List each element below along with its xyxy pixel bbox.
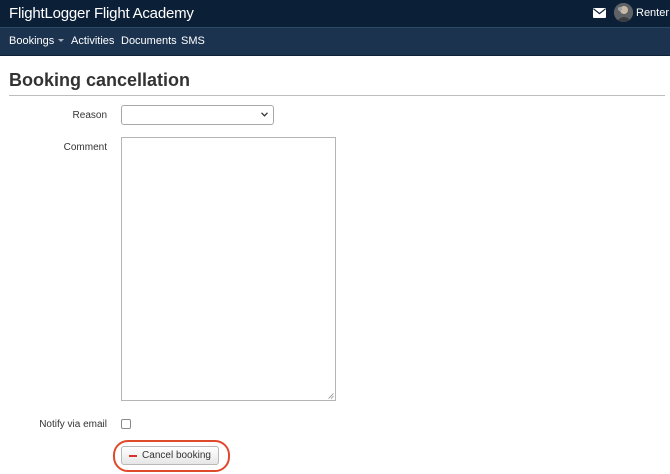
- top-bar: FlightLogger Flight Academy Renter: [0, 0, 670, 28]
- reason-label: Reason: [72, 110, 107, 121]
- cancel-booking-label: Cancel booking: [142, 450, 211, 461]
- notify-email-checkbox[interactable]: [121, 419, 131, 429]
- nav-item-activities[interactable]: Activities: [71, 35, 114, 47]
- nav-item-bookings-label: Bookings: [9, 35, 55, 47]
- user-name[interactable]: Renter: [636, 7, 669, 19]
- comment-textarea[interactable]: [121, 137, 336, 401]
- chevron-down-icon: [58, 39, 65, 42]
- notify-label: Notify via email: [39, 419, 107, 430]
- main-nav: Bookings Activities Documents SMS: [0, 28, 670, 56]
- comment-label: Comment: [63, 142, 107, 153]
- minus-icon: [129, 454, 138, 457]
- avatar[interactable]: [614, 3, 633, 22]
- nav-item-documents[interactable]: Documents: [121, 35, 177, 47]
- envelope-icon[interactable]: [593, 8, 606, 18]
- resize-grip-icon[interactable]: [328, 393, 334, 399]
- page-title: Booking cancellation: [9, 70, 191, 90]
- nav-item-bookings[interactable]: Bookings: [9, 35, 65, 47]
- brand-title[interactable]: FlightLogger Flight Academy: [9, 5, 194, 22]
- chevron-down-icon: [261, 112, 268, 117]
- title-divider: [9, 95, 665, 96]
- reason-select[interactable]: [121, 105, 274, 125]
- nav-item-sms[interactable]: SMS: [181, 35, 205, 47]
- cancel-booking-button[interactable]: Cancel booking: [121, 446, 219, 465]
